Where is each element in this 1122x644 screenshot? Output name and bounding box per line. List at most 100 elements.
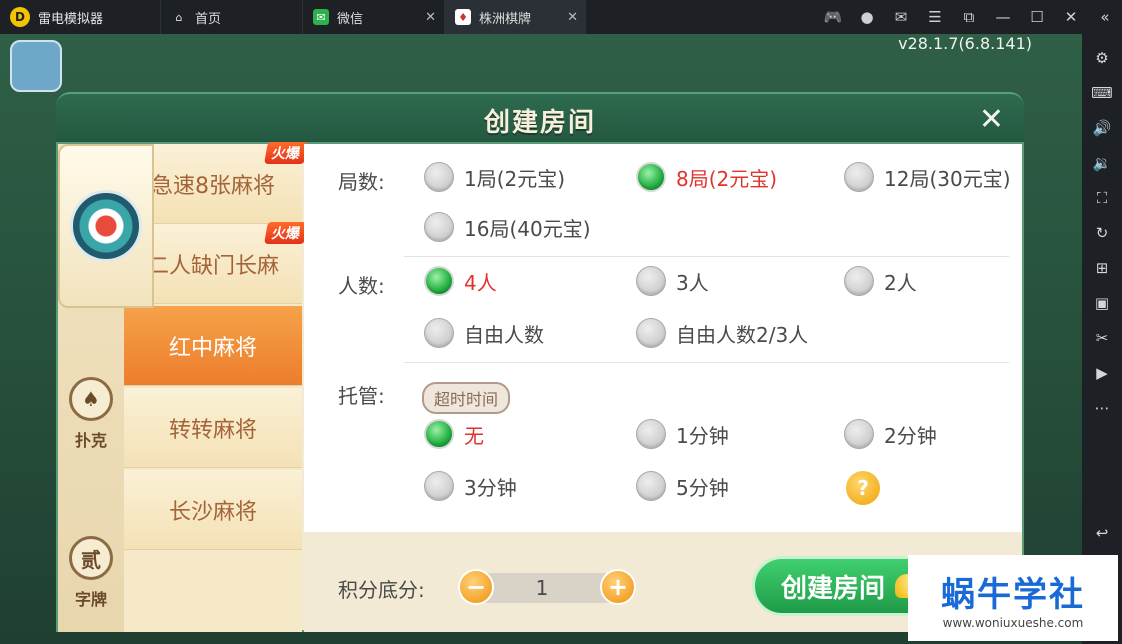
- players-option-2[interactable]: 2人: [844, 266, 917, 296]
- collapse-icon[interactable]: «: [1088, 0, 1122, 34]
- scissors-icon[interactable]: ✂: [1082, 320, 1122, 355]
- video-icon[interactable]: ▶: [1082, 355, 1122, 390]
- options-panel: 局数: 1局(2元宝) 8局(2元宝) 12局(30元宝) 16局(40元宝): [304, 144, 1022, 532]
- game-item-label: 急速8张麻将: [151, 173, 275, 199]
- autoplay-option-2min[interactable]: 2分钟: [844, 419, 937, 449]
- players-option-3[interactable]: 3人: [636, 266, 709, 296]
- rounds-option-1[interactable]: 1局(2元宝): [424, 162, 565, 192]
- close-window-icon[interactable]: ✕: [1054, 0, 1088, 34]
- game-item-changsha[interactable]: 长沙麻将: [124, 470, 302, 550]
- autoplay-option-3min[interactable]: 3分钟: [424, 471, 517, 501]
- option-label: 1局(2元宝): [464, 166, 566, 191]
- option-label: 2人: [884, 270, 917, 295]
- autoplay-label: 托管:: [338, 384, 385, 408]
- watermark-title: 蜗牛学社: [941, 574, 1085, 615]
- rounds-option-16[interactable]: 16局(40元宝): [424, 212, 591, 242]
- watermark-url: www.woniuxueshe.com: [942, 615, 1084, 630]
- tab-home[interactable]: ⌂ 首页: [160, 0, 302, 34]
- rotate-icon[interactable]: ↻: [1082, 215, 1122, 250]
- radio-checked-icon: [636, 162, 666, 192]
- more-icon[interactable]: ⋯: [1082, 390, 1122, 425]
- radio-checked-icon: [424, 266, 454, 296]
- fullscreen-icon[interactable]: ⛶: [1082, 180, 1122, 215]
- dialog-body: ♠ 扑克 贰 字牌 急速8张麻将 火爆 二人缺门长麻 火爆 红中麻将 转转麻将 …: [56, 142, 1024, 632]
- autoplay-option-none[interactable]: 无: [424, 419, 484, 449]
- option-label: 8局(2元宝): [676, 166, 778, 191]
- category-poker-label: 扑克: [74, 431, 107, 450]
- players-option-free[interactable]: 自由人数: [424, 318, 544, 348]
- autoplay-option-5min[interactable]: 5分钟: [636, 471, 729, 501]
- apk-icon[interactable]: ▣: [1082, 285, 1122, 320]
- players-option-4[interactable]: 4人: [424, 266, 497, 296]
- radio-icon: [636, 318, 666, 348]
- keyboard-icon[interactable]: ⌨: [1082, 75, 1122, 110]
- dialog-title: 创建房间: [483, 108, 596, 138]
- option-label: 5分钟: [676, 475, 729, 500]
- version-label: v28.1.7(6.8.141): [898, 34, 1032, 53]
- dialog-header: 创建房间 ✕: [56, 92, 1024, 144]
- radio-icon: [844, 266, 874, 296]
- option-label: 4人: [464, 270, 497, 295]
- help-icon[interactable]: ?: [846, 471, 880, 505]
- divider: [404, 362, 1009, 363]
- rounds-option-8[interactable]: 8局(2元宝): [636, 162, 777, 192]
- radio-icon: [844, 419, 874, 449]
- popout-icon[interactable]: ⧉: [952, 0, 986, 34]
- option-label: 自由人数2/3人: [676, 322, 809, 347]
- game-item-zhuanzhuan[interactable]: 转转麻将: [124, 388, 302, 468]
- close-icon[interactable]: ✕: [979, 102, 1004, 137]
- minus-button[interactable]: −: [458, 569, 494, 605]
- volume-down-icon[interactable]: 🔉: [1082, 145, 1122, 180]
- option-label: 无: [464, 423, 484, 448]
- emulator-topbar: D 雷电模拟器 ⌂ 首页 ✉ 微信 ✕ ♦ 株洲棋牌 ✕ 🎮 ● ✉ ☰ ⧉ —…: [0, 0, 1122, 34]
- category-zipai[interactable]: 贰 字牌: [58, 514, 124, 632]
- tab-home-label: 首页: [195, 11, 222, 27]
- radio-icon: [844, 162, 874, 192]
- radio-icon: [636, 419, 666, 449]
- game-item-label: 红中麻将: [168, 335, 257, 361]
- emulator-brand-label: 雷电模拟器: [38, 11, 104, 27]
- add-window-icon[interactable]: ⊞: [1082, 250, 1122, 285]
- window-controls: 🎮 ● ✉ ☰ ⧉ — ☐ ✕ «: [816, 0, 1122, 34]
- option-label: 3分钟: [464, 475, 517, 500]
- radio-icon: [636, 471, 666, 501]
- account-icon[interactable]: ●: [850, 0, 884, 34]
- app-icon: ♦: [455, 9, 471, 25]
- option-label: 3人: [676, 270, 709, 295]
- game-screen: v28.1.7(6.8.141) 创建房间 ✕ ♠ 扑克 贰 字牌 急速8张麻将…: [0, 34, 1082, 644]
- settings-icon[interactable]: ⚙: [1082, 40, 1122, 75]
- rounds-option-12[interactable]: 12局(30元宝): [844, 162, 1011, 192]
- game-item-label: 长沙麻将: [168, 499, 257, 525]
- close-tab-icon[interactable]: ✕: [567, 10, 578, 25]
- char-tile-icon: 贰: [69, 536, 113, 580]
- create-room-dialog: 创建房间 ✕ ♠ 扑克 贰 字牌 急速8张麻将 火爆 二人缺门长麻 火爆 红中麻…: [56, 92, 1024, 632]
- hot-badge: 火爆: [264, 142, 308, 164]
- menu-icon[interactable]: ☰: [918, 0, 952, 34]
- radio-icon: [636, 266, 666, 296]
- autoplay-option-1min[interactable]: 1分钟: [636, 419, 729, 449]
- mahjong-icon: [70, 190, 142, 262]
- players-label: 人数:: [338, 274, 385, 298]
- plus-button[interactable]: +: [600, 569, 636, 605]
- radio-icon: [424, 162, 454, 192]
- game-item-hongzhong[interactable]: 红中麻将: [124, 306, 302, 386]
- close-tab-icon[interactable]: ✕: [425, 10, 436, 25]
- gamepad-icon[interactable]: 🎮: [816, 0, 850, 34]
- radio-checked-icon: [424, 419, 454, 449]
- radio-icon: [424, 471, 454, 501]
- maximize-icon[interactable]: ☐: [1020, 0, 1054, 34]
- category-poker[interactable]: ♠ 扑克: [58, 354, 124, 474]
- game-item-label: 转转麻将: [168, 417, 257, 443]
- hot-badge: 火爆: [264, 222, 308, 244]
- radio-icon: [424, 212, 454, 242]
- players-option-free-23[interactable]: 自由人数2/3人: [636, 318, 808, 348]
- wechat-icon: ✉: [313, 9, 329, 25]
- home-icon: ⌂: [175, 10, 183, 24]
- mail-icon[interactable]: ✉: [884, 0, 918, 34]
- tab-app[interactable]: ♦ 株洲棋牌 ✕: [444, 0, 586, 34]
- back-icon[interactable]: ↩: [1082, 515, 1122, 550]
- category-mahjong[interactable]: [58, 144, 154, 308]
- tab-wechat[interactable]: ✉ 微信 ✕: [302, 0, 444, 34]
- volume-up-icon[interactable]: 🔊: [1082, 110, 1122, 145]
- minimize-icon[interactable]: —: [986, 0, 1020, 34]
